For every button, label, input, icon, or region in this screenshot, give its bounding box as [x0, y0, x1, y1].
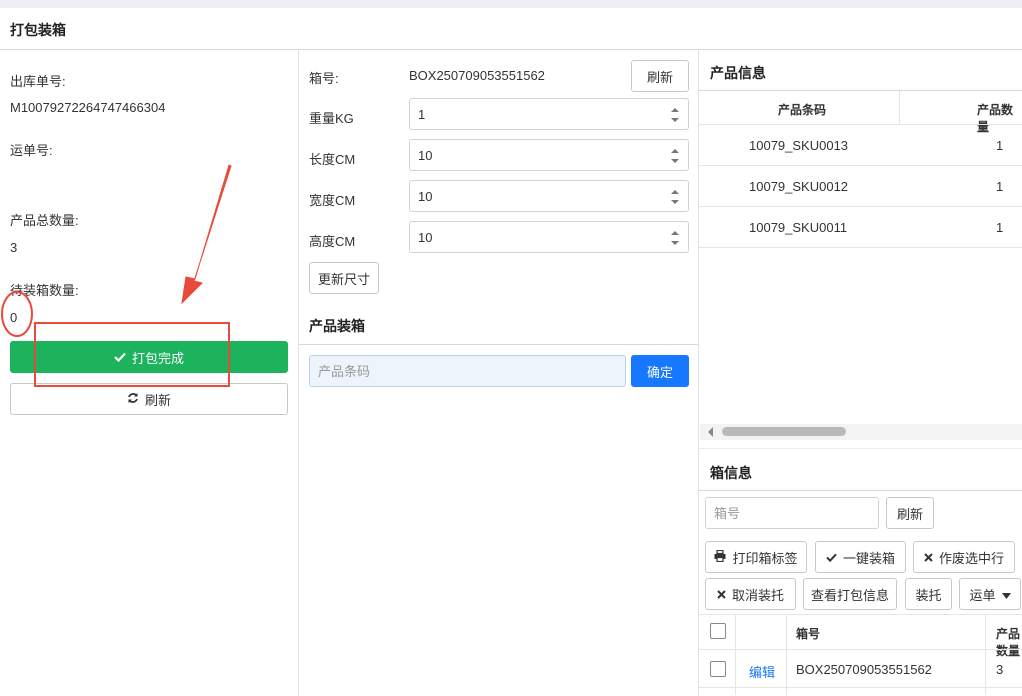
left-refresh-label: 刷新 [144, 392, 171, 408]
product-qty-cell: 1 [996, 179, 1004, 194]
row-checkbox[interactable] [710, 661, 726, 677]
waybill-text: 运单 [969, 587, 996, 603]
select-all-checkbox[interactable] [710, 623, 726, 639]
left-refresh-button[interactable]: 刷新 [10, 383, 288, 415]
tracking-no-label: 运单号: [10, 143, 53, 158]
page-header: 打包装箱 [0, 8, 1022, 50]
height-input-wrapper [409, 221, 689, 253]
panel-separator [699, 448, 1022, 449]
height-spinner-icon[interactable] [670, 228, 680, 248]
confirm-button[interactable]: 确定 [631, 355, 689, 387]
height-label: 高度CM [309, 234, 356, 249]
box-table-top-line [699, 614, 1022, 615]
width-label: 宽度CM [309, 193, 356, 208]
one-click-pack-button[interactable]: 一键装箱 [815, 541, 906, 573]
box-search-refresh-button[interactable]: 刷新 [886, 497, 934, 529]
pack-complete-label: 打包完成 [131, 350, 184, 366]
pallet-button[interactable]: 装托 [905, 578, 952, 610]
product-info-divider [699, 90, 1022, 91]
weight-input-wrapper [409, 98, 689, 130]
box-info-divider [699, 490, 1022, 491]
order-no-label: 出库单号: [10, 74, 66, 89]
column-divider-right [698, 50, 699, 696]
product-info-title: 产品信息 [710, 65, 766, 81]
col-header-qty: 产品数量 [977, 103, 1014, 134]
product-qty-cell: 1 [996, 220, 1004, 235]
refresh-icon [127, 392, 139, 407]
width-input[interactable] [410, 181, 650, 211]
page-title: 打包装箱 [10, 22, 66, 38]
void-selected-text: 作废选中行 [938, 550, 1004, 566]
col-header-box-no: 箱号 [796, 627, 821, 641]
box-col-separator [786, 615, 787, 695]
box-no-label: 箱号: [309, 71, 339, 86]
row-divider [699, 206, 1022, 207]
scroll-left-icon[interactable] [706, 426, 716, 438]
box-qty-cell: 3 [996, 662, 1004, 677]
edit-link[interactable]: 编辑 [749, 662, 775, 681]
scrollbar-thumb[interactable] [722, 427, 846, 436]
column-divider-left [298, 50, 299, 696]
box-no-value: BOX250709053551562 [409, 68, 545, 83]
packing-divider [299, 344, 698, 345]
product-barcode-cell: 10079_SKU0011 [749, 220, 848, 235]
length-input[interactable] [410, 140, 650, 170]
box-col-separator [735, 615, 736, 695]
pending-qty-value: 0 [10, 310, 18, 325]
total-qty-value: 3 [10, 240, 18, 255]
check-icon [826, 550, 837, 565]
product-barcode-cell: 10079_SKU0013 [749, 138, 849, 153]
pack-complete-button[interactable]: 打包完成 [10, 341, 288, 373]
box-header-line [699, 649, 1022, 650]
box-no-cell: BOX250709053551562 [796, 662, 932, 677]
width-input-wrapper [409, 180, 689, 212]
close-icon [924, 550, 933, 565]
print-box-label-button[interactable]: 打印箱标签 [705, 541, 807, 573]
weight-label: 重量KG [309, 111, 354, 126]
length-input-wrapper [409, 139, 689, 171]
weight-spinner-icon[interactable] [670, 105, 680, 125]
order-no-value: M10079272264747466304 [10, 100, 166, 115]
height-input[interactable] [410, 222, 650, 252]
top-strip [0, 0, 1022, 8]
row-divider [699, 165, 1022, 166]
product-barcode-input[interactable] [309, 355, 626, 387]
col-header-barcode: 产品条码 [778, 103, 827, 117]
update-size-button[interactable]: 更新尺寸 [309, 262, 379, 294]
length-spinner-icon[interactable] [670, 146, 680, 166]
cancel-pallet-text: 取消装托 [731, 587, 784, 603]
total-qty-label: 产品总数量: [10, 213, 79, 228]
caret-down-icon [1001, 587, 1011, 602]
row-divider [699, 687, 1022, 688]
box-col-separator [985, 615, 986, 695]
annotation-arrow [181, 164, 232, 305]
length-label: 长度CM [309, 152, 356, 167]
view-pack-info-button[interactable]: 查看打包信息 [803, 578, 897, 610]
packing-title: 产品装箱 [309, 318, 365, 334]
box-no-search-input[interactable] [705, 497, 879, 529]
check-icon [114, 350, 126, 365]
box-info-title: 箱信息 [710, 465, 752, 481]
weight-input[interactable] [410, 99, 650, 129]
close-icon [717, 587, 726, 602]
col-header-box-qty: 产品数量 [996, 627, 1021, 658]
row-divider [699, 247, 1022, 248]
product-header-line [699, 124, 1022, 125]
cancel-pallet-button[interactable]: 取消装托 [705, 578, 796, 610]
product-barcode-cell: 10079_SKU0012 [749, 179, 849, 194]
print-box-label-text: 打印箱标签 [732, 550, 798, 566]
printer-icon [714, 549, 726, 565]
one-click-pack-text: 一键装箱 [842, 550, 895, 566]
waybill-dropdown-button[interactable]: 运单 [959, 578, 1021, 610]
width-spinner-icon[interactable] [670, 187, 680, 207]
box-refresh-button[interactable]: 刷新 [631, 60, 689, 92]
pending-qty-label: 待装箱数量: [10, 283, 79, 298]
product-header-separator [899, 91, 900, 125]
product-qty-cell: 1 [996, 138, 1004, 153]
void-selected-button[interactable]: 作废选中行 [913, 541, 1015, 573]
